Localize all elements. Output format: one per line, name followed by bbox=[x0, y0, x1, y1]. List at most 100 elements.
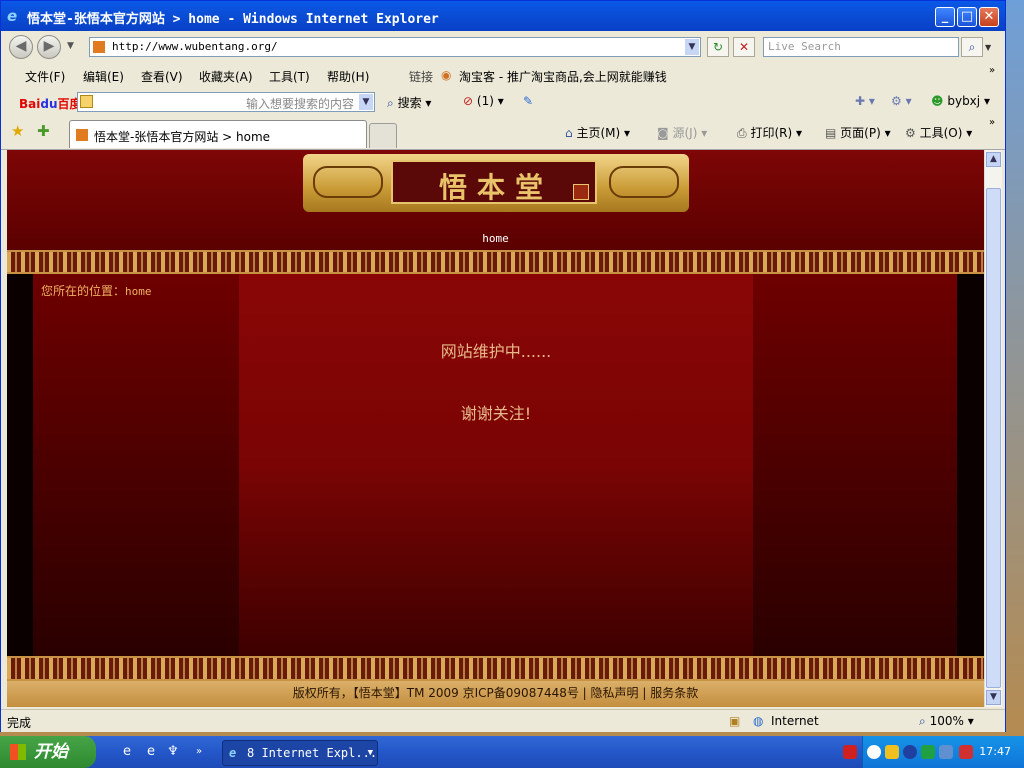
menu-file[interactable]: 文件(F) bbox=[25, 68, 65, 85]
command-overflow-icon[interactable]: » bbox=[989, 117, 995, 128]
address-url: http://www.wubentang.org/ bbox=[112, 40, 278, 53]
tray-moon-icon[interactable] bbox=[903, 745, 917, 759]
tray-shield-icon[interactable] bbox=[921, 745, 935, 759]
close-button[interactable]: ✕ bbox=[979, 7, 999, 27]
search-icon: ⌕ bbox=[968, 40, 976, 54]
add-button-icon[interactable]: ✚ ▾ bbox=[855, 94, 875, 108]
history-dropdown-icon[interactable]: ▼ bbox=[67, 41, 74, 51]
start-button[interactable]: 开始 bbox=[0, 736, 96, 768]
address-input[interactable]: http://www.wubentang.org/ ▼ bbox=[89, 37, 701, 57]
breadcrumb-label: 您所在的位置： bbox=[41, 284, 126, 298]
tray-app-icon[interactable] bbox=[843, 745, 857, 759]
page-footer: 版权所有，【悟本堂】TM 2009 京ICP备09087448号 | 隐私声明 … bbox=[7, 681, 984, 707]
logo-right-ornament bbox=[609, 166, 679, 198]
window-title: 悟本堂-张悟本官方网站 > home - Windows Internet Ex… bbox=[27, 12, 439, 27]
quicklaunch-ie2-icon[interactable]: e bbox=[144, 745, 158, 759]
favorites-star-icon[interactable]: ★ bbox=[11, 122, 24, 140]
zoom-icon: ⌕ bbox=[919, 714, 926, 728]
task-dropdown-icon[interactable]: ▼ bbox=[368, 741, 373, 765]
zoom-control[interactable]: ⌕ 100% ▾ bbox=[919, 714, 974, 729]
quicklaunch-ie-icon[interactable]: e bbox=[120, 745, 134, 759]
baidu-search-button[interactable]: ⌕ 搜索 ▾ bbox=[387, 94, 431, 111]
baidu-toolbar: Baidu百度 输入想要搜索的内容 ▼ ⌕ 搜索 ▾ ⊘ (1) ▾ ✎ ✚ ▾… bbox=[1, 89, 1005, 116]
maintenance-message: 网站维护中...... bbox=[440, 342, 552, 361]
status-text: 完成 bbox=[7, 716, 32, 730]
add-favorites-icon[interactable]: ✚ bbox=[37, 122, 50, 140]
rss-feed-icon: ◙ bbox=[657, 126, 669, 140]
main-column bbox=[239, 274, 753, 656]
right-column bbox=[753, 274, 957, 656]
search-options-icon[interactable]: ▼ bbox=[985, 43, 991, 52]
baidu-dropdown-icon[interactable]: ▼ bbox=[359, 94, 373, 110]
baidu-search-input[interactable]: 输入想要搜索的内容 ▼ bbox=[77, 92, 375, 112]
quicklaunch-app-icon[interactable]: ♆ bbox=[166, 745, 180, 759]
user-account-button[interactable]: ☻ bybxj ▾ bbox=[931, 94, 990, 108]
system-tray: 17:47 bbox=[843, 736, 1024, 768]
search-button[interactable]: ⌕ bbox=[961, 37, 983, 57]
quicklaunch-overflow-icon[interactable]: » bbox=[192, 745, 206, 759]
task-ie-icon: e bbox=[229, 746, 237, 760]
settings-gear-icon[interactable]: ⚙ ▾ bbox=[891, 94, 912, 108]
thanks-message: 谢谢关注! bbox=[460, 404, 532, 423]
print-button[interactable]: ⎙ 打印(R) ▾ bbox=[737, 124, 802, 141]
home-button[interactable]: ⌂ 主页(M) ▾ bbox=[565, 124, 630, 141]
tray-security-icon[interactable] bbox=[959, 745, 973, 759]
taobao-link[interactable]: 淘宝客 - 推广淘宝商品,会上网就能赚钱 bbox=[459, 68, 667, 85]
security-zone[interactable]: Internet bbox=[771, 714, 819, 728]
menu-favorites[interactable]: 收藏夹(A) bbox=[199, 68, 253, 85]
address-dropdown-icon[interactable]: ▼ bbox=[685, 39, 699, 55]
forward-button[interactable]: ▶ bbox=[37, 35, 61, 59]
ie-logo-icon: e bbox=[7, 7, 18, 25]
live-search-input[interactable]: Live Search bbox=[763, 37, 959, 57]
tray-qq-icon[interactable] bbox=[885, 745, 899, 759]
title-bar[interactable]: e 悟本堂-张悟本官方网站 > home - Windows Internet … bbox=[1, 1, 1005, 31]
tab-active[interactable]: 悟本堂-张悟本官方网站 > home bbox=[69, 120, 367, 148]
address-toolbar: ◀ ▶ ▼ http://www.wubentang.org/ ▼ ↻ ✕ Li… bbox=[1, 31, 1005, 64]
links-label: 链接 bbox=[409, 70, 434, 84]
refresh-button[interactable]: ↻ bbox=[707, 37, 729, 57]
forward-arrow-icon: ▶ bbox=[43, 38, 55, 54]
task-label: 8 Internet Expl... bbox=[247, 746, 378, 760]
logo-text: 悟本堂 bbox=[438, 171, 553, 204]
scroll-thumb[interactable] bbox=[986, 188, 1001, 688]
site-header: 悟本堂 home bbox=[7, 150, 984, 250]
scroll-up-arrow-icon[interactable]: ▲ bbox=[986, 152, 1001, 167]
baidu-logo[interactable]: Baidu百度 bbox=[19, 95, 82, 112]
baidu-placeholder: 输入想要搜索的内容 bbox=[245, 97, 354, 111]
page-body: 您所在的位置：home 网站维护中...... 谢谢关注! bbox=[7, 274, 984, 656]
page-menu-button[interactable]: ▤ 页面(P) ▾ bbox=[825, 124, 891, 141]
feeds-button[interactable]: ◙ 源(J) ▾ bbox=[657, 124, 707, 141]
taskbar: 开始 e e ♆ » e 8 Internet Expl... ▼ 17:47 bbox=[0, 736, 1024, 768]
maximize-button[interactable]: □ bbox=[957, 7, 977, 27]
back-button[interactable]: ◀ bbox=[9, 35, 33, 59]
menu-help[interactable]: 帮助(H) bbox=[327, 68, 369, 85]
tray-network-icon[interactable] bbox=[939, 745, 953, 759]
menu-view[interactable]: 查看(V) bbox=[141, 68, 183, 85]
highlight-pen-icon[interactable]: ✎ bbox=[523, 94, 533, 108]
menu-edit[interactable]: 编辑(E) bbox=[83, 68, 124, 85]
minimize-button[interactable]: _ bbox=[935, 7, 955, 27]
top-ornamental-border bbox=[7, 250, 984, 274]
start-label: 开始 bbox=[34, 742, 68, 762]
site-logo[interactable]: 悟本堂 bbox=[303, 154, 689, 212]
breadcrumb: 您所在的位置：home bbox=[41, 282, 152, 299]
popup-blocker-button[interactable]: ⊘ (1) ▾ bbox=[463, 94, 504, 108]
breadcrumb-home-link[interactable]: home bbox=[125, 285, 152, 298]
user-icon: ☻ bbox=[931, 94, 944, 108]
scroll-down-arrow-icon[interactable]: ▼ bbox=[986, 690, 1001, 705]
menu-bar: 文件(F) 编辑(E) 查看(V) 收藏夹(A) 工具(T) 帮助(H) 链接 … bbox=[1, 63, 1005, 90]
taskbar-ie-group[interactable]: e 8 Internet Expl... ▼ bbox=[222, 740, 378, 766]
left-column bbox=[33, 274, 239, 656]
protected-mode-icon[interactable]: ▣ bbox=[729, 714, 740, 728]
new-tab-button[interactable] bbox=[369, 123, 397, 148]
tray-expand-icon[interactable] bbox=[867, 745, 881, 759]
menu-overflow-icon[interactable]: » bbox=[989, 65, 995, 76]
logo-seal-icon bbox=[573, 184, 589, 200]
stop-button[interactable]: ✕ bbox=[733, 37, 755, 57]
menu-tools[interactable]: 工具(T) bbox=[269, 68, 310, 85]
vertical-scrollbar[interactable]: ▲ ▼ bbox=[984, 150, 1002, 707]
tab-title: 悟本堂-张悟本官方网站 > home bbox=[94, 130, 271, 144]
stop-icon: ✕ bbox=[738, 40, 750, 54]
tools-menu-button[interactable]: ⚙ 工具(O) ▾ bbox=[905, 124, 972, 141]
nav-home-link[interactable]: home bbox=[7, 232, 984, 245]
